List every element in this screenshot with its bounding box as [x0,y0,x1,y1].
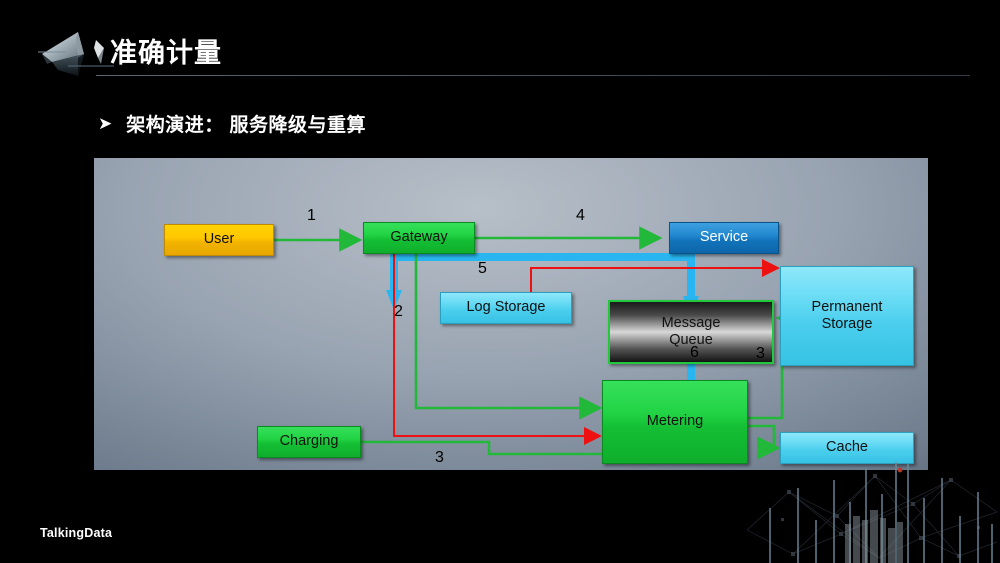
node-user[interactable]: User [164,224,274,256]
edge-label-3-charging: 3 [435,449,444,466]
node-charging[interactable]: Charging [257,426,361,458]
page-title: 准确计量 [110,38,222,68]
node-permanent-storage[interactable]: Permanent Storage [780,266,914,366]
edge-label-1: 1 [307,207,316,224]
node-cache[interactable]: Cache [780,432,914,464]
edge-metering-to-cache [747,424,781,460]
node-gateway[interactable]: Gateway [363,222,475,254]
network-skyline-decoration-icon [745,458,1000,563]
edge-label-2: 2 [394,303,403,320]
triangle-right-bullet-icon: ➤ [98,114,113,133]
edge-metering-to-charging [319,430,604,456]
architecture-diagram: User Gateway Service Log Storage Message… [94,158,928,470]
slide: 准确计量 ➤ 架构演进： 服务降级与重算 User Gateway Servic… [0,0,1000,563]
edge-label-5: 5 [478,260,487,277]
paper-plane-logo-icon [38,24,114,86]
edge-gateway-to-metering [414,254,603,420]
node-log-storage[interactable]: Log Storage [440,292,572,324]
edge-label-4: 4 [576,207,585,224]
node-service[interactable]: Service [669,222,779,254]
section-subtitle: ➤ 架构演进： 服务降级与重算 [98,110,366,137]
section-subtitle-text: 架构演进： 服务降级与重算 [126,115,367,136]
header-divider [96,75,970,76]
node-metering[interactable]: Metering [602,380,748,464]
footer-brand: TalkingData [40,526,113,540]
edge-label-6: 6 [690,344,699,361]
edge-label-3-permanent: 3 [756,345,765,362]
